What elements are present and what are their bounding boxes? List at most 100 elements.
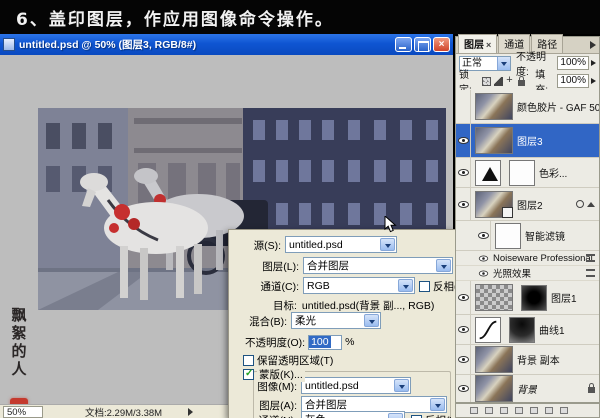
layers-panel: 图层× 通道 路径 正常 不透明度: 100% 锁定: xyxy=(455,34,600,418)
filter-blend-options-icon[interactable] xyxy=(586,254,595,262)
panel-menu-icon[interactable] xyxy=(590,41,596,49)
minimize-button[interactable] xyxy=(395,37,412,52)
lock-pixels-icon[interactable] xyxy=(494,76,504,86)
opacity-arrow-icon[interactable] xyxy=(591,60,596,66)
visibility-eye-icon xyxy=(457,137,469,144)
visibility-toggle[interactable] xyxy=(456,188,471,220)
tab-layers[interactable]: 图层 × xyxy=(458,34,498,53)
layer-row-background-copy[interactable]: 背景 副本 xyxy=(456,345,599,375)
fill-arrow-icon[interactable] xyxy=(590,78,596,84)
add-mask-icon[interactable] xyxy=(500,406,508,414)
screenshot-root: 6、盖印图层，作应用图像命令操作。 untitled.psd @ 50% (图层… xyxy=(0,0,600,418)
document-title: untitled.psd @ 50% (图层3, RGB/8#) xyxy=(19,39,197,51)
visibility-toggle[interactable] xyxy=(456,315,471,344)
window-controls: × xyxy=(395,37,450,52)
layer-row-layer3[interactable]: 图层3 xyxy=(456,124,599,158)
channel-select[interactable]: RGB xyxy=(303,277,415,294)
layer-row-layer1[interactable]: 图层1 xyxy=(456,281,599,315)
visibility-toggle[interactable] xyxy=(456,124,471,157)
document-icon xyxy=(3,38,15,51)
close-button[interactable]: × xyxy=(433,37,450,52)
mask-channel-select[interactable]: 灰色 xyxy=(301,411,405,418)
layer-mask-thumbnail[interactable] xyxy=(521,284,547,311)
panel-opacity-value[interactable]: 100% xyxy=(557,56,589,70)
blend-label: 混合(B): xyxy=(249,315,287,328)
status-menu-arrow-icon[interactable] xyxy=(188,407,194,416)
watermark-text: 飘絮的人 xyxy=(9,307,28,379)
lock-transparency-icon[interactable] xyxy=(482,76,492,86)
target-label: 目标: xyxy=(273,299,297,312)
smart-object-thumbnail[interactable] xyxy=(475,190,513,218)
collapse-arrow-icon[interactable] xyxy=(587,201,595,207)
layer-row-background[interactable]: 背景 xyxy=(456,375,599,403)
layer-thumbnail[interactable] xyxy=(475,375,513,402)
layer-thumbnail[interactable] xyxy=(475,346,513,373)
layer-row-smart-filters[interactable]: 智能滤镜 xyxy=(456,221,599,251)
panel-footer xyxy=(456,403,599,416)
document-titlebar[interactable]: untitled.psd @ 50% (图层3, RGB/8#) × xyxy=(0,34,453,55)
layers-list: 颜色胶片 - GAF 500 ... 图层3 色彩... 图层2 xyxy=(456,90,599,403)
visibility-toggle[interactable] xyxy=(456,375,471,402)
visibility-toggle[interactable] xyxy=(456,158,471,187)
new-layer-icon[interactable] xyxy=(545,406,553,414)
tutorial-step-banner: 6、盖印图层，作应用图像命令操作。 xyxy=(0,0,600,34)
new-group-icon[interactable] xyxy=(530,406,538,414)
zoom-level-field[interactable]: 50% xyxy=(3,405,43,418)
layer-mask-thumbnail[interactable] xyxy=(509,159,535,186)
tab-close-icon[interactable]: × xyxy=(486,40,491,50)
visibility-eye-icon[interactable] xyxy=(478,255,489,261)
filter-blend-options-icon[interactable] xyxy=(586,269,595,277)
smart-filter-badge-icon[interactable] xyxy=(576,200,584,208)
new-adjustment-icon[interactable] xyxy=(515,406,523,414)
chevron-down-icon xyxy=(430,398,445,411)
adjustment-thumbnail[interactable] xyxy=(475,159,501,186)
blend-select[interactable]: 柔光 xyxy=(291,312,381,329)
source-label: 源(S): xyxy=(253,239,281,252)
layer-row-curves1[interactable]: 曲线1 xyxy=(456,315,599,345)
layer-style-icon[interactable] xyxy=(485,406,493,414)
visibility-eye-icon[interactable] xyxy=(478,270,489,276)
apply-image-dialog: 源(S): untitled.psd 图层(L): 合并图层 通道(C): RG… xyxy=(228,229,464,418)
layer-mask-thumbnail[interactable] xyxy=(509,316,535,343)
layer-row-color-film[interactable]: 颜色胶片 - GAF 500 ... xyxy=(456,90,599,124)
fill-value[interactable]: 100% xyxy=(557,74,589,88)
smart-filter-noiseware[interactable]: Noiseware Professional xyxy=(456,251,599,266)
target-value: untitled.psd(背景 副..., RGB) xyxy=(301,299,435,312)
source-select[interactable]: untitled.psd xyxy=(285,236,397,253)
lock-position-icon[interactable] xyxy=(506,74,515,86)
visibility-eye-icon xyxy=(477,232,489,239)
layer-thumbnail[interactable] xyxy=(475,284,513,311)
mask-checkbox[interactable] xyxy=(243,368,254,380)
layer-row-color-adjust[interactable]: 色彩... xyxy=(456,158,599,188)
layer-row-layer2[interactable]: 图层2 xyxy=(456,188,599,221)
lock-all-icon[interactable] xyxy=(518,75,526,86)
visibility-toggle[interactable] xyxy=(456,345,471,374)
layer-thumbnail[interactable] xyxy=(475,127,513,154)
smart-filter-lighting[interactable]: 光照效果 xyxy=(456,266,599,281)
chevron-down-icon xyxy=(496,56,510,70)
visibility-eye-icon xyxy=(457,294,469,301)
layer-select[interactable]: 合并图层 xyxy=(303,257,453,274)
visibility-toggle[interactable] xyxy=(456,281,471,314)
chevron-down-icon xyxy=(388,413,403,418)
link-layers-icon[interactable] xyxy=(470,406,478,414)
visibility-toggle[interactable] xyxy=(476,221,491,250)
invert-checkbox[interactable] xyxy=(419,280,430,292)
filter-mask-thumbnail[interactable] xyxy=(495,222,521,249)
preserve-transparency-checkbox[interactable] xyxy=(243,354,254,366)
image-select[interactable]: untitled.psd xyxy=(301,377,411,394)
maximize-button[interactable] xyxy=(414,37,431,52)
opacity-input[interactable]: 100 xyxy=(308,334,343,350)
chevron-down-icon xyxy=(436,259,451,272)
visibility-eye-icon xyxy=(457,356,469,363)
mask-label: 蒙版(K)... xyxy=(257,366,305,382)
tutorial-step-text: 6、盖印图层，作应用图像命令操作。 xyxy=(16,9,334,30)
visibility-toggle[interactable] xyxy=(456,90,471,123)
chevron-down-icon xyxy=(394,379,409,392)
layer-thumbnail[interactable] xyxy=(475,93,513,120)
curves-adjustment-icon[interactable] xyxy=(475,316,501,343)
mask-invert-checkbox[interactable] xyxy=(411,414,422,418)
channel-label: 通道(C): xyxy=(260,280,300,293)
delete-layer-icon[interactable] xyxy=(560,406,568,414)
chevron-down-icon xyxy=(398,279,413,292)
